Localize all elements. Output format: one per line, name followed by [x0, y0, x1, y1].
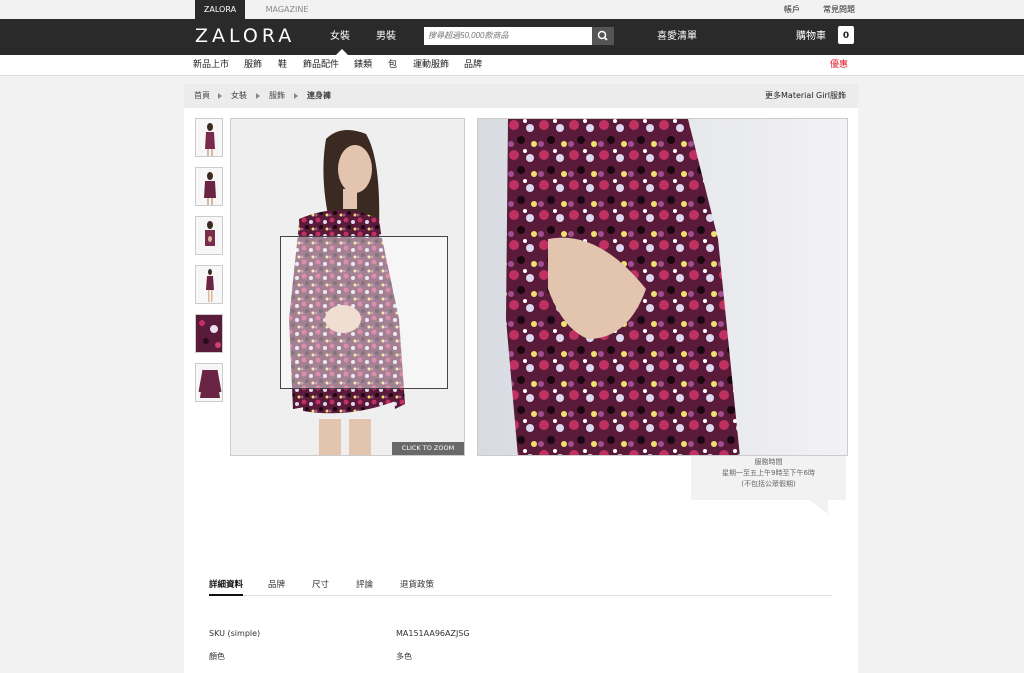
breadcrumb-home[interactable]: 首頁: [194, 84, 210, 108]
thumbnail-image: [205, 123, 215, 156]
zoomed-photo: [478, 119, 847, 455]
color-label: 顏色: [209, 652, 225, 661]
thumbnail-image: [206, 269, 214, 302]
tab-zalora[interactable]: ZALORA: [195, 0, 245, 19]
thumbnail-2[interactable]: [195, 167, 223, 206]
nav-men[interactable]: 男裝: [376, 19, 396, 55]
thumbnail-3[interactable]: [195, 216, 223, 255]
tab-return-policy[interactable]: 退貨政策: [400, 574, 434, 596]
click-to-zoom-label[interactable]: CLICK TO ZOOM: [392, 442, 464, 455]
more-brand-link[interactable]: 更多Material Girl服飾: [765, 84, 846, 108]
service-hours-title: 服務時間: [754, 458, 783, 466]
cat-watches[interactable]: 錶類: [354, 55, 372, 76]
thumbnail-image: [204, 172, 216, 205]
breadcrumb-jumpsuits: 連身褲: [307, 91, 331, 100]
cat-sportswear[interactable]: 運動服飾: [413, 55, 449, 76]
tab-details[interactable]: 詳細資料: [209, 574, 244, 596]
main-header: ZALORA 女裝 男裝 喜愛清單 購物車 0: [0, 19, 1024, 55]
search-icon: [597, 30, 608, 41]
breadcrumb-clothing[interactable]: 服飾: [269, 84, 285, 108]
product-page: 首頁 女裝 服飾 連身褲 更多Material Girl服飾 CLICK TO …: [184, 84, 858, 673]
cart-bag-icon[interactable]: 0: [838, 26, 854, 44]
breadcrumb-women[interactable]: 女裝: [231, 84, 247, 108]
cat-new-arrivals[interactable]: 新品上市: [193, 55, 229, 76]
cart-link[interactable]: 購物車: [796, 19, 826, 55]
utility-bar: ZALORA MAGAZINE 帳戶 常見問題: [0, 0, 1024, 19]
product-tabs: 詳細資料 品牌 尺寸 評論 退貨政策: [209, 574, 832, 596]
account-link[interactable]: 帳戶: [784, 0, 800, 19]
tab-magazine[interactable]: MAGAZINE: [255, 0, 319, 19]
wishlist-link[interactable]: 喜愛清單: [657, 19, 697, 55]
thumbnail-image: [205, 221, 215, 246]
zoomed-product-image[interactable]: [477, 118, 848, 456]
cat-sale[interactable]: 優惠: [830, 55, 848, 76]
tooltip-tail: [810, 500, 828, 514]
tab-brand[interactable]: 品牌: [268, 574, 285, 596]
thumbnail-1[interactable]: [195, 118, 223, 157]
cat-clothing[interactable]: 服飾: [244, 55, 262, 76]
cat-shoes[interactable]: 鞋: [278, 55, 287, 76]
search-button[interactable]: [592, 27, 614, 45]
cat-bags[interactable]: 包: [388, 55, 397, 76]
thumbnail-image: [199, 320, 221, 348]
service-hours-box: 服務時間 星期一至五上午9時至下午6時 (不包括公眾假期): [691, 456, 846, 500]
logo[interactable]: ZALORA: [195, 25, 295, 47]
breadcrumb: 首頁 女裝 服飾 連身褲 更多Material Girl服飾: [184, 84, 858, 108]
thumbnail-4[interactable]: [195, 265, 223, 304]
cat-accessories[interactable]: 飾品配件: [303, 55, 339, 76]
faq-link[interactable]: 常見問題: [823, 0, 855, 19]
breadcrumb-separator-icon: [294, 93, 298, 99]
sku-label: SKU (simple): [209, 629, 261, 638]
color-value: 多色: [396, 652, 412, 661]
search-input[interactable]: [424, 27, 592, 45]
cat-brands[interactable]: 品牌: [464, 55, 482, 76]
thumbnail-5[interactable]: [195, 314, 223, 353]
main-product-image[interactable]: CLICK TO ZOOM: [230, 118, 465, 456]
thumbnail-image: [198, 369, 222, 398]
tab-size[interactable]: 尺寸: [312, 574, 329, 596]
breadcrumb-separator-icon: [256, 93, 260, 99]
service-hours-line1: 星期一至五上午9時至下午6時: [722, 469, 815, 477]
thumbnail-6[interactable]: [195, 363, 223, 402]
service-hours-line2: (不包括公眾假期): [741, 480, 796, 488]
breadcrumb-separator-icon: [218, 93, 222, 99]
sku-value: MA151AA96AZJSG: [396, 629, 470, 638]
zoom-lens[interactable]: [280, 236, 448, 389]
category-bar: 新品上市 服飾 鞋 飾品配件 錶類 包 運動服飾 品牌 優惠: [0, 55, 1024, 76]
tab-reviews[interactable]: 評論: [356, 574, 373, 596]
